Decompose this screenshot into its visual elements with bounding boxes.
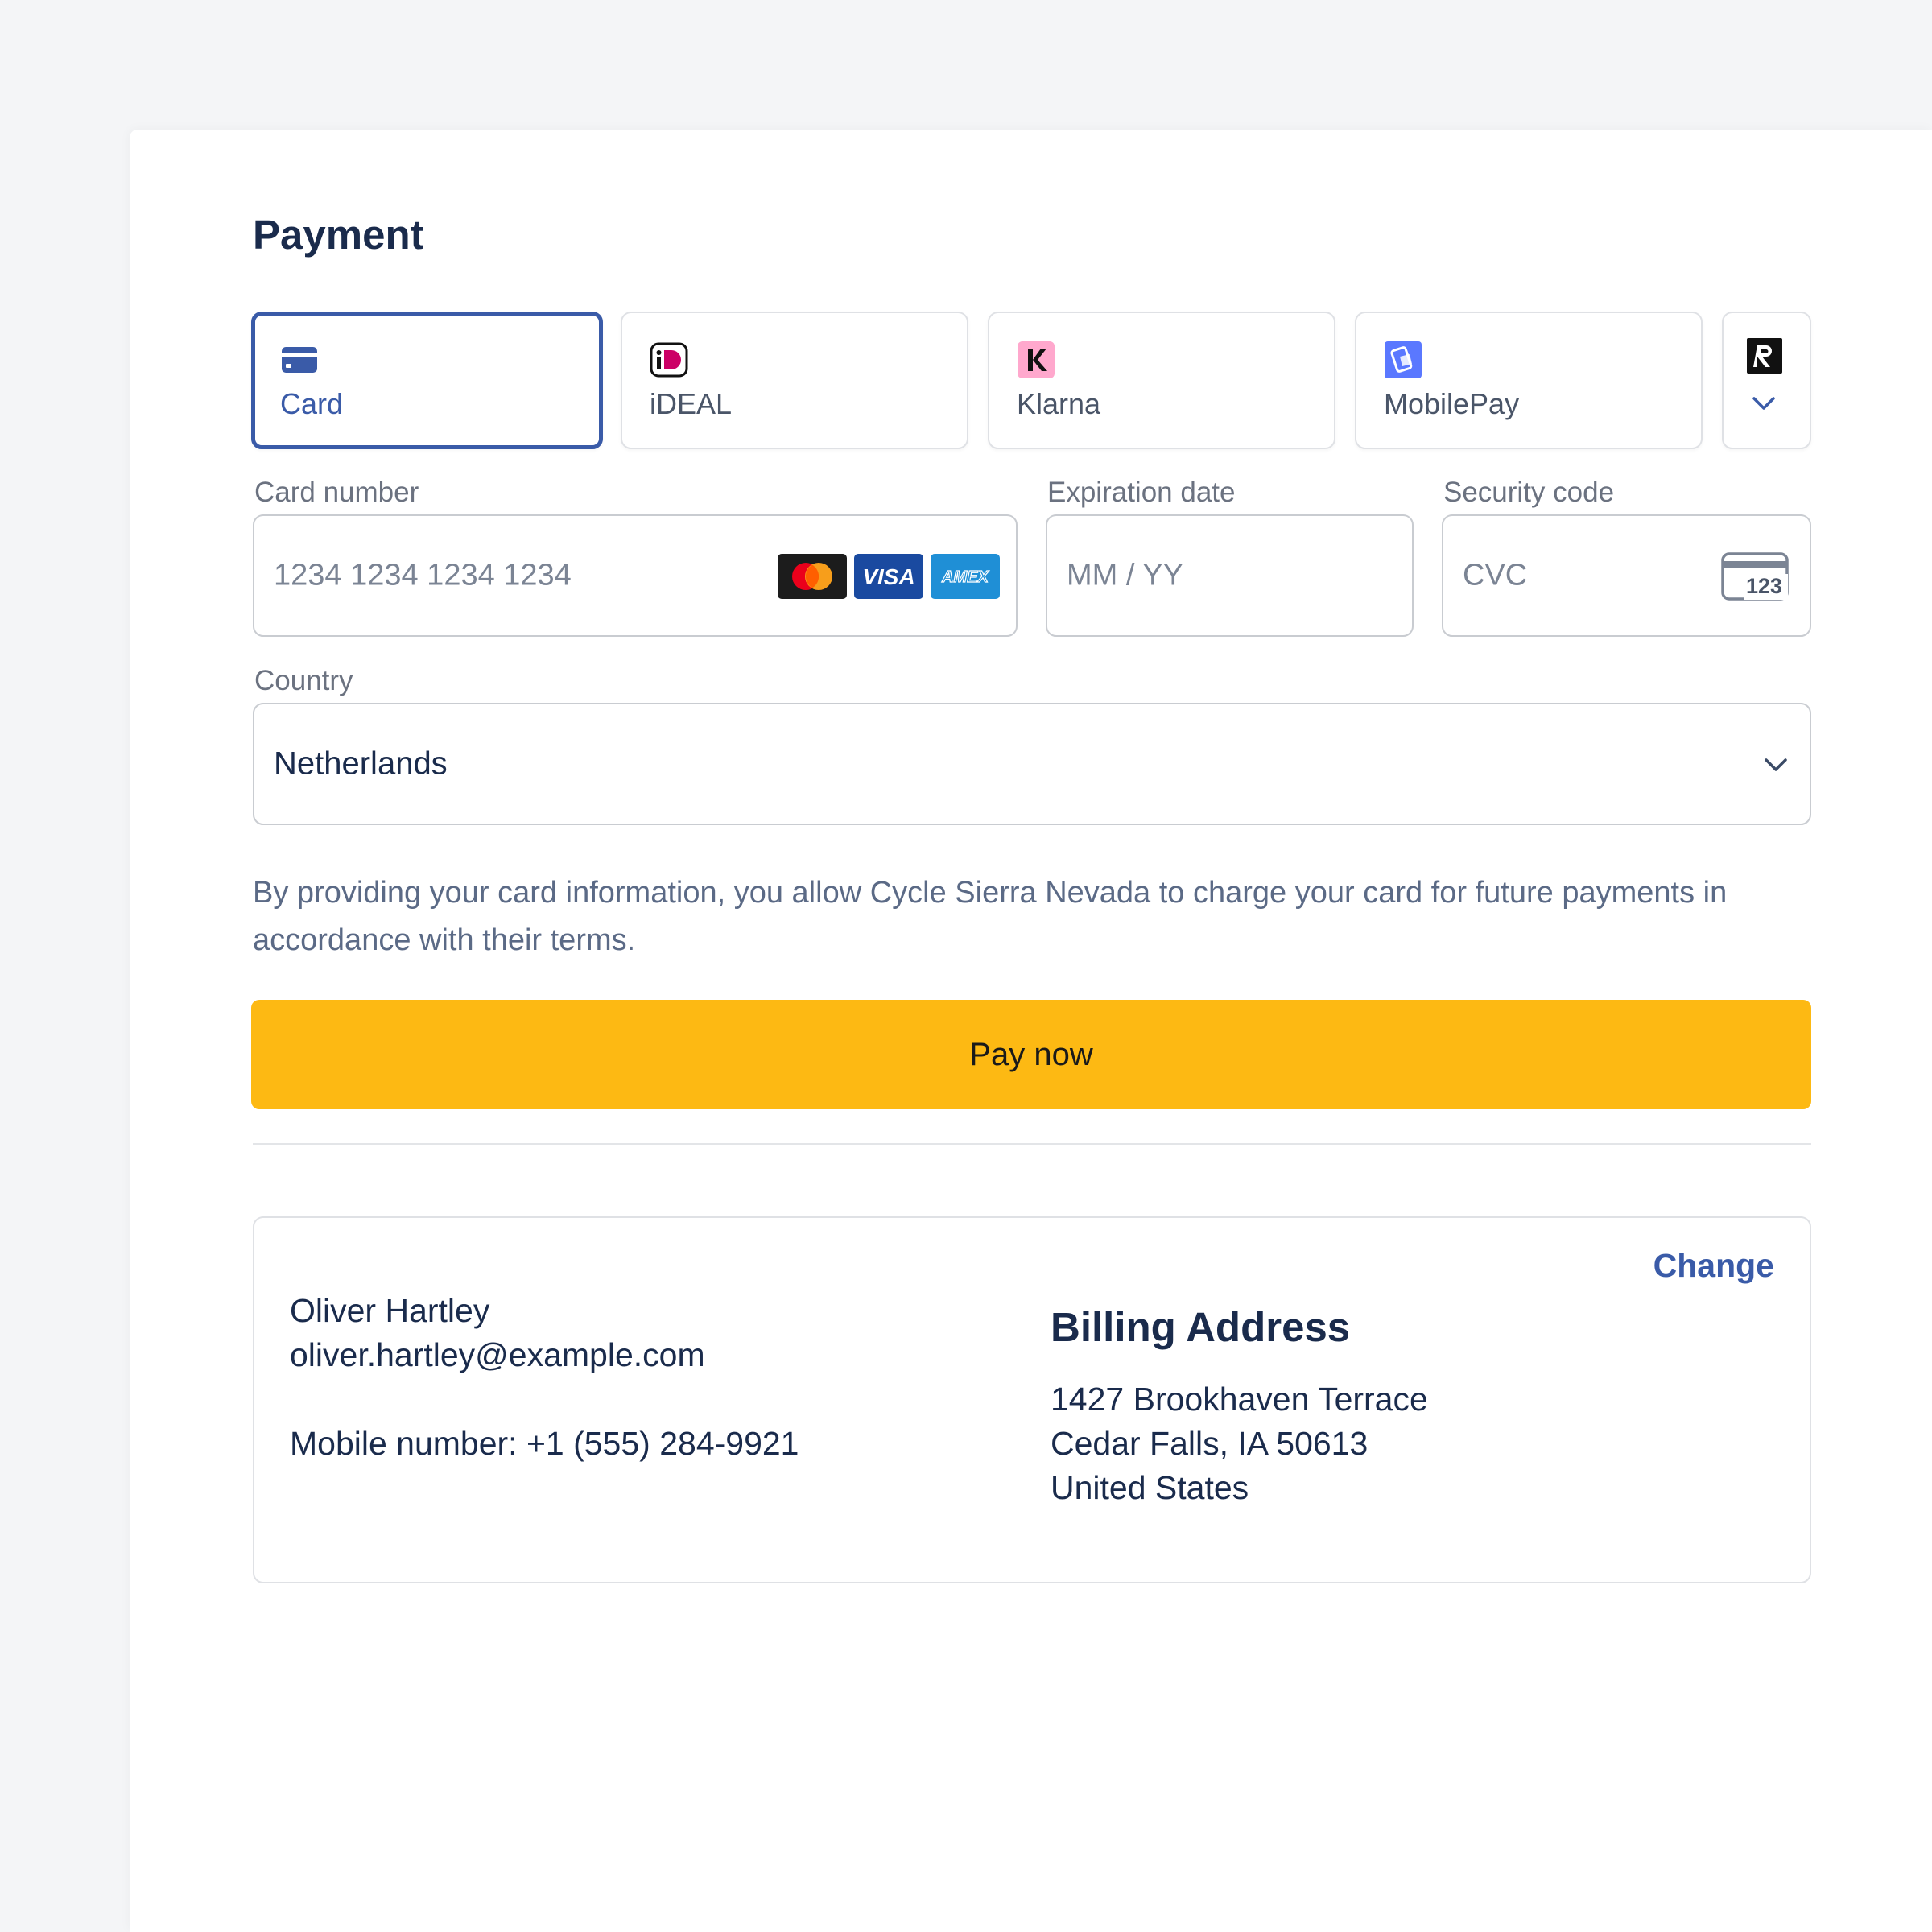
- customer-summary: Change Oliver Hartley oliver.hartley@exa…: [253, 1216, 1811, 1583]
- tab-ideal-label: iDEAL: [650, 387, 733, 420]
- security-code-placeholder: CVC: [1463, 558, 1528, 592]
- address-line: 1427 Brookhaven Terrace: [1051, 1381, 1428, 1418]
- card-number-placeholder: 1234 1234 1234 1234: [274, 558, 572, 592]
- tab-klarna-label: Klarna: [1017, 387, 1101, 420]
- ideal-icon: [650, 341, 688, 378]
- amex-icon: AMEX: [931, 554, 1000, 599]
- cvc-card-icon: 123: [1720, 551, 1790, 601]
- country-select[interactable]: Netherlands: [253, 703, 1811, 825]
- customer-email: oliver.hartley@example.com: [290, 1336, 705, 1373]
- security-code-field[interactable]: CVC 123: [1442, 514, 1811, 637]
- klarna-icon: [1017, 341, 1055, 378]
- svg-text:AMEX: AMEX: [941, 568, 989, 586]
- country-label: Country: [254, 665, 353, 696]
- tab-mobilepay-label: MobilePay: [1384, 387, 1520, 420]
- svg-text:VISA: VISA: [862, 564, 914, 589]
- page-title: Payment: [253, 212, 424, 258]
- tab-mobilepay[interactable]: MobilePay: [1355, 312, 1703, 449]
- address-line: United States: [1051, 1469, 1249, 1506]
- revolut-icon: [1747, 338, 1782, 374]
- billing-address-heading: Billing Address: [1051, 1304, 1351, 1350]
- mastercard-icon: [778, 554, 847, 599]
- tab-card-label: Card: [280, 387, 344, 420]
- divider: [253, 1143, 1811, 1145]
- security-code-label: Security code: [1443, 477, 1615, 508]
- expiration-field[interactable]: MM / YY: [1046, 514, 1414, 637]
- mobilepay-icon: [1384, 341, 1422, 378]
- pay-now-button[interactable]: Pay now: [251, 1000, 1811, 1109]
- expiration-label: Expiration date: [1047, 477, 1236, 508]
- address-line: Cedar Falls, IA 50613: [1051, 1425, 1368, 1462]
- customer-mobile: Mobile number: +1 (555) 284-9921: [290, 1425, 799, 1462]
- authorization-notice: By providing your card information, you …: [253, 876, 1728, 957]
- change-link[interactable]: Change: [1653, 1247, 1774, 1285]
- tab-card[interactable]: Card: [251, 312, 603, 449]
- chevron-down-icon: [1761, 755, 1790, 774]
- card-number-field[interactable]: 1234 1234 1234 1234 VISA AMEX: [253, 514, 1018, 637]
- tab-ideal[interactable]: iDEAL: [621, 312, 968, 449]
- expiration-placeholder: MM / YY: [1067, 558, 1183, 592]
- cvc-icon-text: 123: [1746, 574, 1783, 598]
- card-number-label: Card number: [254, 477, 419, 508]
- visa-icon: VISA: [854, 554, 923, 599]
- customer-name: Oliver Hartley: [290, 1292, 490, 1329]
- card-icon: [280, 341, 317, 378]
- chevron-down-icon: [1749, 394, 1778, 413]
- country-value: Netherlands: [274, 745, 448, 782]
- tab-klarna[interactable]: Klarna: [988, 312, 1335, 449]
- tab-more[interactable]: [1722, 312, 1811, 449]
